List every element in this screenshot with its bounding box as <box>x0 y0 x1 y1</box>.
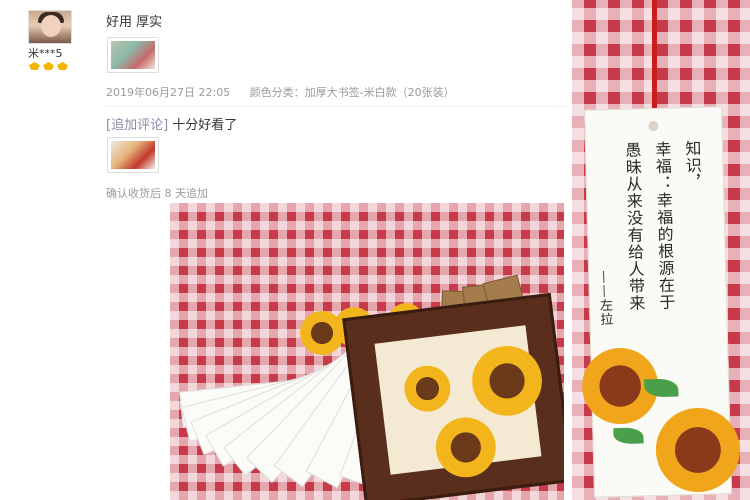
reviewer-username: 米***5 <box>28 47 63 60</box>
poem-col-2: 幸福：幸福的根源在于 <box>652 140 676 312</box>
review-sku: 颜色分类：加厚大书签-米白款（20张装） <box>249 86 455 99</box>
poem-col-1: 知识， <box>682 139 703 192</box>
review-meta: 2019年06月27日 22:05 颜色分类：加厚大书签-米白款（20张装） <box>106 84 455 100</box>
reviewer-level-badges <box>29 62 68 70</box>
avatar[interactable] <box>28 10 72 44</box>
followup-text: 十分好看了 <box>172 118 238 133</box>
followup-photo-thumbnail[interactable] <box>107 137 159 173</box>
poem-col-3: 愚昧从来没有给人带来 <box>622 141 646 312</box>
review-date: 2019年06月27日 22:05 <box>106 86 231 99</box>
bookmark-photo[interactable]: 知识， 幸福：幸福的根源在于 愚昧从来没有给人带来 ——左拉 <box>572 0 750 500</box>
review-text: 好用 厚实 <box>106 15 163 30</box>
gem-badge-icon <box>29 62 40 70</box>
review-photo-large[interactable] <box>170 203 564 500</box>
followup-tag: [追加评论] <box>106 118 169 133</box>
followup-comment: [追加评论] 十分好看了 <box>106 114 237 133</box>
gem-badge-icon <box>57 62 68 70</box>
bookmark-card: 知识， 幸福：幸福的根源在于 愚昧从来没有给人带来 ——左拉 <box>581 106 741 498</box>
gem-badge-icon <box>43 62 54 70</box>
poem-attribution: ——左拉 <box>596 270 613 327</box>
divider <box>106 106 570 107</box>
picture-frame <box>342 292 564 500</box>
review-photo-thumbnail[interactable] <box>107 37 159 73</box>
followup-note: 确认收货后 8 天追加 <box>106 187 208 200</box>
